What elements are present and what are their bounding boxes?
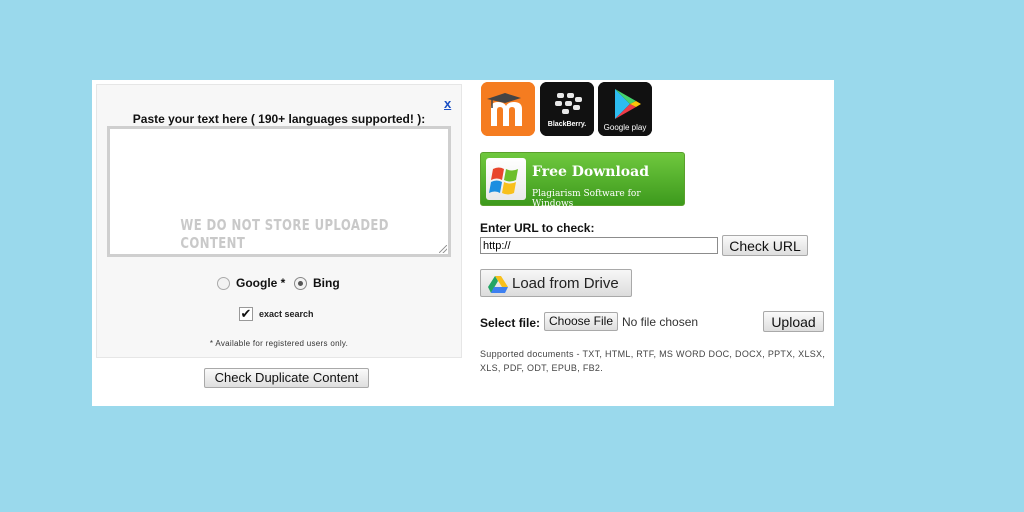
text-area-frame: WE DO NOT STORE UPLOADED CONTENT xyxy=(107,126,452,258)
bing-radio[interactable] xyxy=(294,277,307,290)
blackberry-icon[interactable]: BlackBerry. xyxy=(540,82,594,136)
select-file-label: Select file: xyxy=(480,316,541,330)
load-from-drive-button[interactable]: Load from Drive xyxy=(480,269,632,297)
google-label: Google * xyxy=(236,276,286,290)
moodle-icon[interactable] xyxy=(481,82,535,136)
bing-label: Bing xyxy=(313,276,340,290)
free-download-button[interactable]: Free Download Plagiarism Software for Wi… xyxy=(480,152,685,209)
checker-card: x Paste your text here ( 190+ languages … xyxy=(92,80,834,406)
choose-file-button[interactable]: Choose File xyxy=(544,312,618,331)
windows-logo-icon xyxy=(486,158,526,200)
registered-users-note: * Available for registered users only. xyxy=(209,339,349,348)
exact-search-checkbox[interactable]: ✔ xyxy=(239,307,253,321)
svg-text:Google play: Google play xyxy=(604,123,647,132)
free-download-subtitle: Plagiarism Software for Windows xyxy=(532,189,641,209)
file-status: No file chosen xyxy=(622,315,699,329)
google-drive-icon xyxy=(488,276,508,293)
svg-text:BlackBerry.: BlackBerry. xyxy=(548,121,586,128)
supported-documents-note: Supported documents - TXT, HTML, RTF, MS… xyxy=(480,349,826,373)
upload-button[interactable]: Upload xyxy=(763,311,824,332)
url-input[interactable] xyxy=(480,237,718,254)
free-download-title: Free Download xyxy=(532,164,649,180)
check-url-button[interactable]: Check URL xyxy=(722,235,808,256)
text-input-panel: x Paste your text here ( 190+ languages … xyxy=(96,84,462,358)
url-label: Enter URL to check: xyxy=(480,221,595,235)
close-link[interactable]: x xyxy=(444,96,451,111)
google-play-icon[interactable]: Google play xyxy=(598,82,652,136)
check-duplicate-button[interactable]: Check Duplicate Content xyxy=(204,368,369,388)
search-engine-options: Google * Bing xyxy=(97,275,461,293)
exact-search-label: exact search xyxy=(259,309,314,319)
load-from-drive-label: Load from Drive xyxy=(512,275,619,292)
google-radio[interactable] xyxy=(217,277,230,290)
text-input[interactable] xyxy=(110,129,452,258)
paste-label: Paste your text here ( 190+ languages su… xyxy=(132,112,426,126)
resize-handle-icon[interactable] xyxy=(439,245,447,253)
